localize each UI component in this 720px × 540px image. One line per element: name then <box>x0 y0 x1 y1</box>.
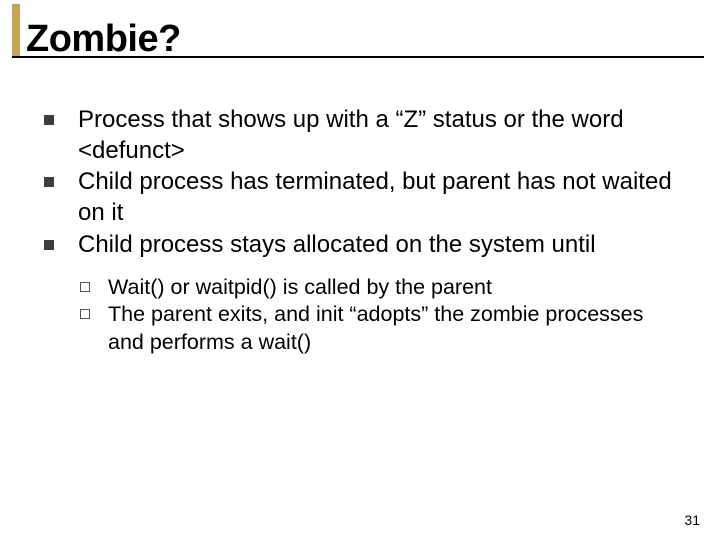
outer-list: Process that shows up with a “Z” status … <box>44 105 684 261</box>
page-number: 31 <box>684 512 700 528</box>
sub-bullet-item: Wait() or waitpid() is called by the par… <box>78 274 684 302</box>
slide-title: Zombie? <box>26 18 720 61</box>
bullet-item: Child process has terminated, but parent… <box>44 167 684 228</box>
title-area: Zombie? <box>0 0 720 61</box>
inner-list: Wait() or waitpid() is called by the par… <box>78 274 684 357</box>
content-area: Process that shows up with a “Z” status … <box>0 61 720 356</box>
sub-bullet-item: The parent exits, and init “adopts” the … <box>78 301 684 356</box>
slide: Zombie? Process that shows up with a “Z”… <box>0 0 720 540</box>
bullet-item: Child process stays allocated on the sys… <box>44 230 684 261</box>
bullet-item: Process that shows up with a “Z” status … <box>44 105 684 166</box>
